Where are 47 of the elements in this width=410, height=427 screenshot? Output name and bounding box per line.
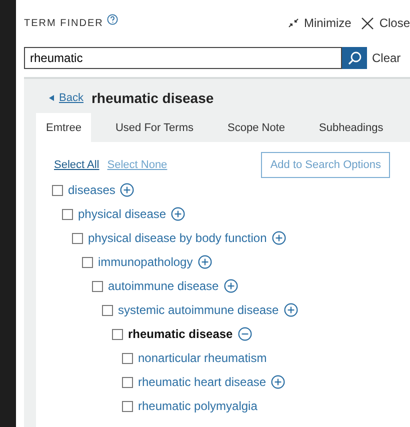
select-all-link[interactable]: Select All <box>54 159 100 171</box>
term-link[interactable]: physical disease <box>78 207 166 221</box>
checkbox[interactable] <box>122 400 133 412</box>
term-link[interactable]: rheumatic polymyalgia <box>138 399 258 413</box>
term-link[interactable]: diseases <box>68 183 116 197</box>
checkbox[interactable] <box>82 256 93 268</box>
panel-title: TERM FINDER <box>24 18 104 28</box>
minimize-button[interactable]: Minimize <box>288 16 352 30</box>
search-field[interactable]: rheumatic <box>24 47 342 69</box>
checkbox[interactable] <box>112 328 123 340</box>
help-icon[interactable] <box>107 14 118 24</box>
tab[interactable]: Subheadings <box>309 113 394 142</box>
tab[interactable]: Used For Terms <box>105 113 204 142</box>
checkbox[interactable] <box>92 280 103 292</box>
checkbox[interactable] <box>122 376 133 388</box>
minimize-icon <box>288 18 299 28</box>
clear-button[interactable]: Clear <box>367 47 401 69</box>
expand-icon[interactable] <box>198 255 212 269</box>
expand-icon[interactable] <box>272 231 286 245</box>
tab[interactable]: Emtree <box>36 113 92 142</box>
close-icon <box>361 16 374 30</box>
checkbox[interactable] <box>52 184 63 196</box>
checkbox[interactable] <box>102 304 113 316</box>
checkbox[interactable] <box>72 232 83 244</box>
term-link[interactable]: nonarticular rheumatism <box>138 351 267 365</box>
checkbox[interactable] <box>122 352 133 364</box>
search-button[interactable] <box>342 47 367 69</box>
expand-icon[interactable] <box>171 207 186 221</box>
term-link[interactable]: systemic autoimmune disease <box>118 303 279 317</box>
tab[interactable]: Scope Note <box>218 113 295 142</box>
term-link[interactable]: rheumatic disease <box>128 327 233 341</box>
term-link[interactable]: rheumatic heart disease <box>138 375 266 389</box>
collapse-icon[interactable] <box>238 327 252 341</box>
expand-icon[interactable] <box>120 183 134 197</box>
search-icon <box>348 51 362 65</box>
term-heading: rheumatic disease <box>91 90 214 106</box>
back-link[interactable]: Back <box>59 92 84 104</box>
expand-icon[interactable] <box>224 279 238 293</box>
term-link[interactable]: immunopathology <box>98 255 193 269</box>
add-to-search-options-button[interactable]: Add to Search Options <box>261 152 390 178</box>
expand-icon[interactable] <box>284 303 298 317</box>
expand-icon[interactable] <box>271 375 286 389</box>
term-link[interactable]: autoimmune disease <box>108 279 219 293</box>
back-arrow-icon <box>49 95 54 101</box>
close-button[interactable]: Close <box>361 16 410 30</box>
term-link[interactable]: physical disease by body function <box>88 231 267 245</box>
checkbox[interactable] <box>62 208 73 220</box>
